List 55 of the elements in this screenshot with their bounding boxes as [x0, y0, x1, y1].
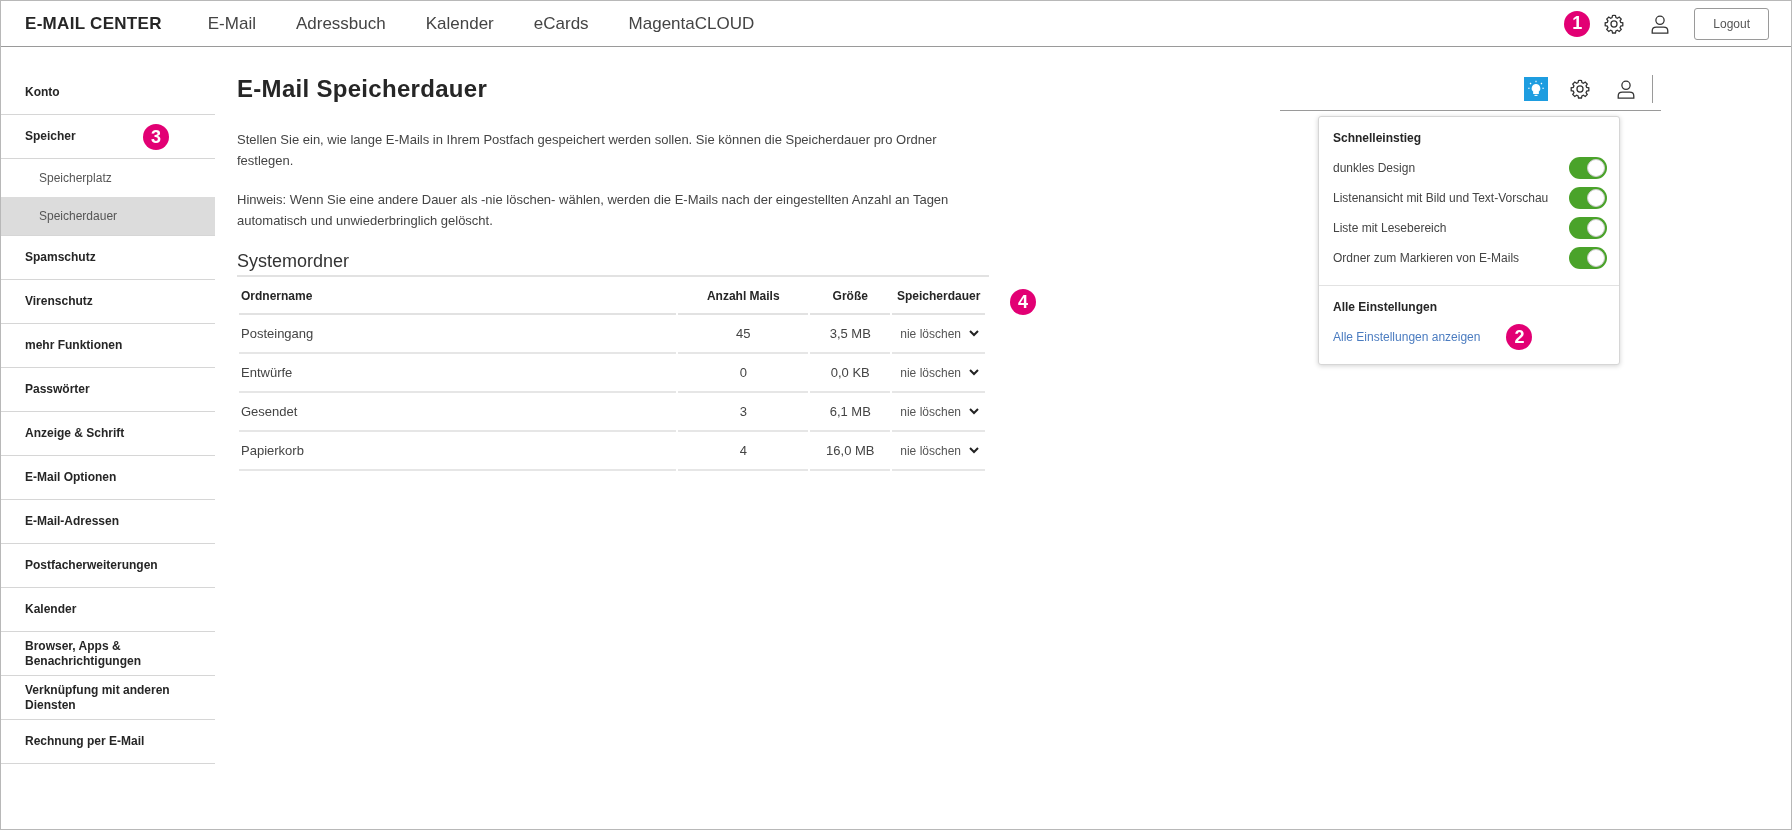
annotation-marker: 3 [143, 124, 169, 150]
table-cell: 0,0 KB [810, 354, 891, 393]
duration-select[interactable]: nie löschen [894, 404, 983, 419]
column-header: Speicherdauer [892, 279, 985, 315]
all-settings-link[interactable]: Alle Einstellungen anzeigen [1333, 330, 1481, 344]
nav-link[interactable]: Adressbuch [295, 13, 386, 34]
nav-link[interactable]: Kalender [425, 13, 494, 34]
chevron-down-icon [969, 408, 979, 415]
toggle-label: Liste mit Lesebereich [1333, 221, 1447, 235]
table-cell: 3 [678, 393, 809, 432]
annotation-marker: 4 [1010, 289, 1036, 315]
toggle-switch[interactable] [1569, 157, 1607, 179]
toggle-switch[interactable] [1569, 217, 1607, 239]
brand-logo[interactable]: E-MAIL CENTER [25, 13, 162, 34]
logout-button[interactable]: Logout [1694, 7, 1769, 40]
toggle-switch[interactable] [1569, 247, 1607, 269]
table-cell: 45 [678, 315, 809, 354]
chevron-down-icon [969, 369, 979, 376]
sidebar-subitem[interactable]: Speicherdauer [1, 197, 215, 235]
table-cell: Posteingang [239, 315, 677, 354]
panel-heading: Schnelleinstieg [1333, 131, 1423, 145]
toggle-switch[interactable] [1569, 187, 1607, 209]
table-cell: Papierkorb [239, 432, 677, 471]
section-title: Systemordner [237, 251, 989, 277]
table-cell: 3,5 MB [810, 315, 891, 354]
tips-button[interactable] [1524, 76, 1548, 101]
description-text: Stellen Sie ein, wie lange E-Mails in Ihrem Postfach gespeichert werden sollen. Sie können die Speicherdauer pro Ordner festlegen. [237, 131, 938, 170]
chevron-down-icon [969, 330, 979, 337]
nav-link[interactable]: eCards [533, 13, 589, 34]
duration-select[interactable]: nie löschen [894, 443, 983, 458]
chevron-down-icon [969, 447, 979, 454]
duration-select[interactable]: nie löschen [894, 365, 983, 380]
column-header: Anzahl Mails [678, 279, 809, 315]
table-cell: Entwürfe [239, 354, 677, 393]
toggle-label: Listenansicht mit Bild und Text-Vorschau [1333, 191, 1549, 205]
table-cell: 0 [678, 354, 809, 393]
annotation-marker: 2 [1506, 324, 1533, 350]
nav-link[interactable]: MagentaCLOUD [628, 13, 755, 34]
settings-icon [1569, 77, 1591, 100]
description-text: Hinweis: Wenn Sie eine andere Dauer als -nie löschen- wählen, werden die E-Mails nach der eingestellten Anzahl an Tagen automatisch und unwiederbringlich gelöscht. [237, 191, 950, 230]
column-header: Ordnername [239, 279, 677, 315]
nav-link[interactable]: E-Mail [207, 13, 256, 34]
table-cell: Gesendet [239, 393, 677, 432]
column-header: Größe [810, 279, 891, 315]
settings-icon [1603, 12, 1626, 35]
toggle-label: dunkles Design [1333, 161, 1416, 175]
duration-select[interactable]: nie löschen [894, 326, 983, 341]
table-cell: 6,1 MB [810, 393, 891, 432]
panel-heading: Alle Einstellungen [1333, 300, 1438, 314]
toggle-label: Ordner zum Markieren von E-Mails [1333, 251, 1520, 265]
annotation-marker: 1 [1564, 10, 1591, 37]
page-title: E-Mail Speicherdauer [237, 75, 489, 103]
lightbulb-icon [1527, 79, 1545, 98]
table-cell: 4 [678, 432, 809, 471]
table-cell: 16,0 MB [810, 432, 891, 471]
